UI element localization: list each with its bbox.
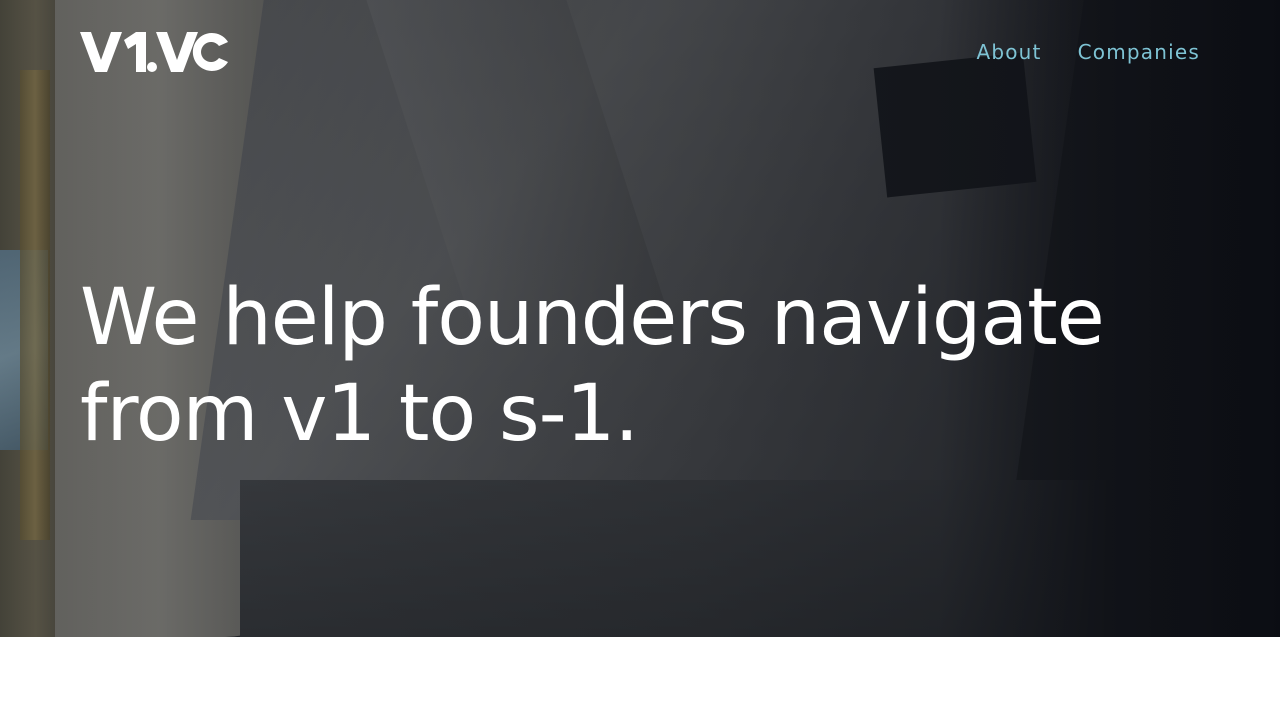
v1vc-logo[interactable] <box>80 28 230 76</box>
main-nav: About Companies <box>976 40 1200 64</box>
hero-headline-line-1: We help founders navigate <box>80 273 1105 363</box>
content-area <box>0 637 1280 720</box>
nav-link-about[interactable]: About <box>976 40 1041 64</box>
hero-headline-line-2: from v1 to s-1. <box>80 369 639 459</box>
nav-link-companies[interactable]: Companies <box>1078 40 1200 64</box>
hero-headline: We help founders navigate from v1 to s-1… <box>80 270 1160 462</box>
hero-section: About Companies We help founders navigat… <box>0 0 1280 637</box>
